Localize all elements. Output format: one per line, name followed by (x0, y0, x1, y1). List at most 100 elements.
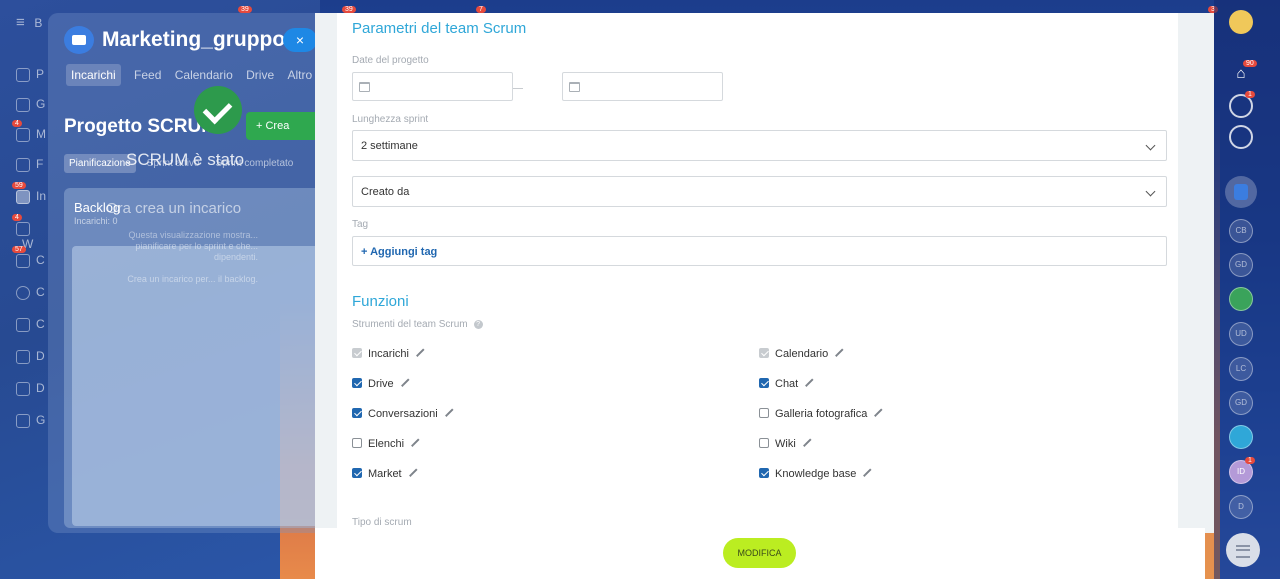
checkbox[interactable] (352, 408, 362, 419)
tool-chat[interactable]: Chat (759, 377, 814, 391)
calendar-icon (569, 82, 580, 92)
notification-badge: 90 (1243, 60, 1257, 67)
tool-galleria-fotografica[interactable]: Galleria fotografica (759, 407, 883, 421)
start-date-input[interactable] (352, 72, 513, 101)
create-button[interactable]: + Crea (246, 112, 320, 140)
pencil-icon[interactable] (402, 378, 410, 386)
pencil-icon[interactable] (417, 348, 425, 356)
end-date-input[interactable] (562, 72, 723, 101)
pencil-icon[interactable] (410, 468, 418, 476)
pencil-icon[interactable] (875, 408, 883, 416)
pencil-icon[interactable] (804, 438, 812, 446)
created-by-select[interactable]: Creato da (352, 176, 1167, 207)
tab-pianificazione[interactable]: Pianificazione (64, 154, 136, 173)
contact-card-icon[interactable] (1229, 287, 1253, 311)
tab-feed[interactable]: Feed (134, 64, 161, 86)
menu-icon[interactable] (1226, 533, 1260, 567)
checkbox[interactable] (759, 408, 769, 419)
menu-icon (16, 97, 30, 112)
tag-field: + Aggiungi tag (352, 236, 1167, 266)
mail-icon (16, 221, 30, 236)
feed-icon (16, 157, 30, 172)
tool-elenchi[interactable]: Elenchi (352, 437, 420, 451)
tool-conversazioni[interactable]: Conversazioni (352, 407, 454, 421)
modifica-button[interactable]: MODIFICA (723, 538, 796, 568)
menu-item[interactable]: P (16, 66, 46, 86)
contact-badge: 1 (1245, 457, 1255, 464)
top-counter: 7 (476, 6, 486, 13)
menu-item[interactable]: 57 C (12, 246, 46, 272)
tool-calendario[interactable]: Calendario (759, 347, 844, 361)
chat-group-icon[interactable] (1229, 425, 1253, 449)
chevron-down-icon (1145, 186, 1156, 197)
checkbox[interactable] (759, 438, 769, 449)
group-title: Marketing_gruppo2 (102, 28, 297, 51)
tab-drive[interactable]: Drive (246, 64, 274, 86)
checkbox[interactable] (352, 468, 362, 479)
checkbox[interactable] (352, 438, 362, 449)
tool-incarichi[interactable]: Incarichi (352, 347, 425, 361)
pencil-icon[interactable] (412, 438, 420, 446)
create-task-text: Ora crea un incarico (106, 200, 242, 217)
backlog-description: Questa visualizzazione mostra... pianifi… (127, 230, 258, 284)
contact-avatar[interactable]: D (1229, 495, 1253, 519)
calendar-icon (359, 82, 370, 92)
menu-item[interactable]: C (16, 316, 46, 336)
pencil-icon[interactable] (446, 408, 454, 416)
drive-icon (16, 381, 30, 396)
tool-market[interactable]: Market (352, 467, 418, 481)
menu-item[interactable]: F (16, 156, 46, 176)
user-avatar[interactable] (1229, 10, 1253, 34)
tab-calendario[interactable]: Calendario (175, 64, 233, 86)
group-icon (16, 413, 30, 428)
menu-item[interactable]: 4W (12, 214, 46, 251)
tab-incarichi[interactable]: Incarichi (66, 64, 121, 86)
add-tag-button[interactable]: + Aggiungi tag (361, 237, 437, 267)
pencil-icon[interactable] (836, 348, 844, 356)
section-title-scrum: Parametri del team Scrum (352, 20, 527, 37)
top-counter: 39 (238, 6, 252, 13)
close-button[interactable]: × (283, 28, 317, 52)
contact-avatar[interactable]: LC (1229, 357, 1253, 381)
menu-item[interactable]: D (16, 380, 46, 400)
menu-toggle-icon[interactable]: ≡ B (16, 14, 46, 34)
form-footer: MODIFICA (315, 528, 1205, 579)
menu-item[interactable]: G (16, 412, 46, 432)
tool-wiki[interactable]: Wiki (759, 437, 812, 451)
tab-altro[interactable]: Altro (287, 64, 312, 86)
menu-item[interactable]: G (16, 96, 46, 116)
contact-avatar[interactable]: GD (1229, 253, 1253, 277)
chevron-down-icon (1145, 140, 1156, 151)
contact-avatar[interactable]: CB (1229, 219, 1253, 243)
menu-item[interactable]: 59 In (12, 182, 46, 208)
folder-icon (64, 26, 94, 54)
checkbox[interactable] (352, 378, 362, 389)
bookmark-button[interactable] (1225, 176, 1257, 208)
tool-drive[interactable]: Drive (352, 377, 410, 391)
menu-item[interactable]: D (16, 348, 46, 368)
settings-modal: Parametri del team Scrum Date del proget… (315, 13, 1214, 533)
menu-item[interactable]: C (16, 284, 46, 304)
tool-knowledge-base[interactable]: Knowledge base (759, 467, 872, 481)
label-tag: Tag (352, 219, 369, 230)
section-title-functions: Funzioni (352, 293, 409, 310)
checkbox[interactable] (759, 348, 769, 359)
sprint-length-select[interactable]: 2 settimane (352, 130, 1167, 161)
search-chat-icon[interactable] (1229, 125, 1253, 149)
check-circle-icon (194, 86, 242, 134)
label-scrum-type: Tipo di scrum (352, 517, 412, 528)
date-separator (513, 88, 523, 89)
menu-item[interactable]: 4M (12, 120, 46, 146)
checkbox[interactable] (352, 348, 362, 359)
left-menu: ≡ B P G 4M F 59 In 4W 57 C C C D D G (0, 0, 50, 579)
contact-avatar[interactable]: UD (1229, 322, 1253, 346)
checkbox[interactable] (759, 468, 769, 479)
circle-icon (16, 285, 30, 300)
label-sprint-length: Lunghezza sprint (352, 114, 429, 125)
pencil-icon[interactable] (806, 378, 814, 386)
checkbox[interactable] (759, 378, 769, 389)
pencil-icon[interactable] (864, 468, 872, 476)
contact-avatar[interactable]: GD (1229, 391, 1253, 415)
document-icon (16, 349, 30, 364)
help-icon[interactable]: ? (473, 319, 483, 329)
